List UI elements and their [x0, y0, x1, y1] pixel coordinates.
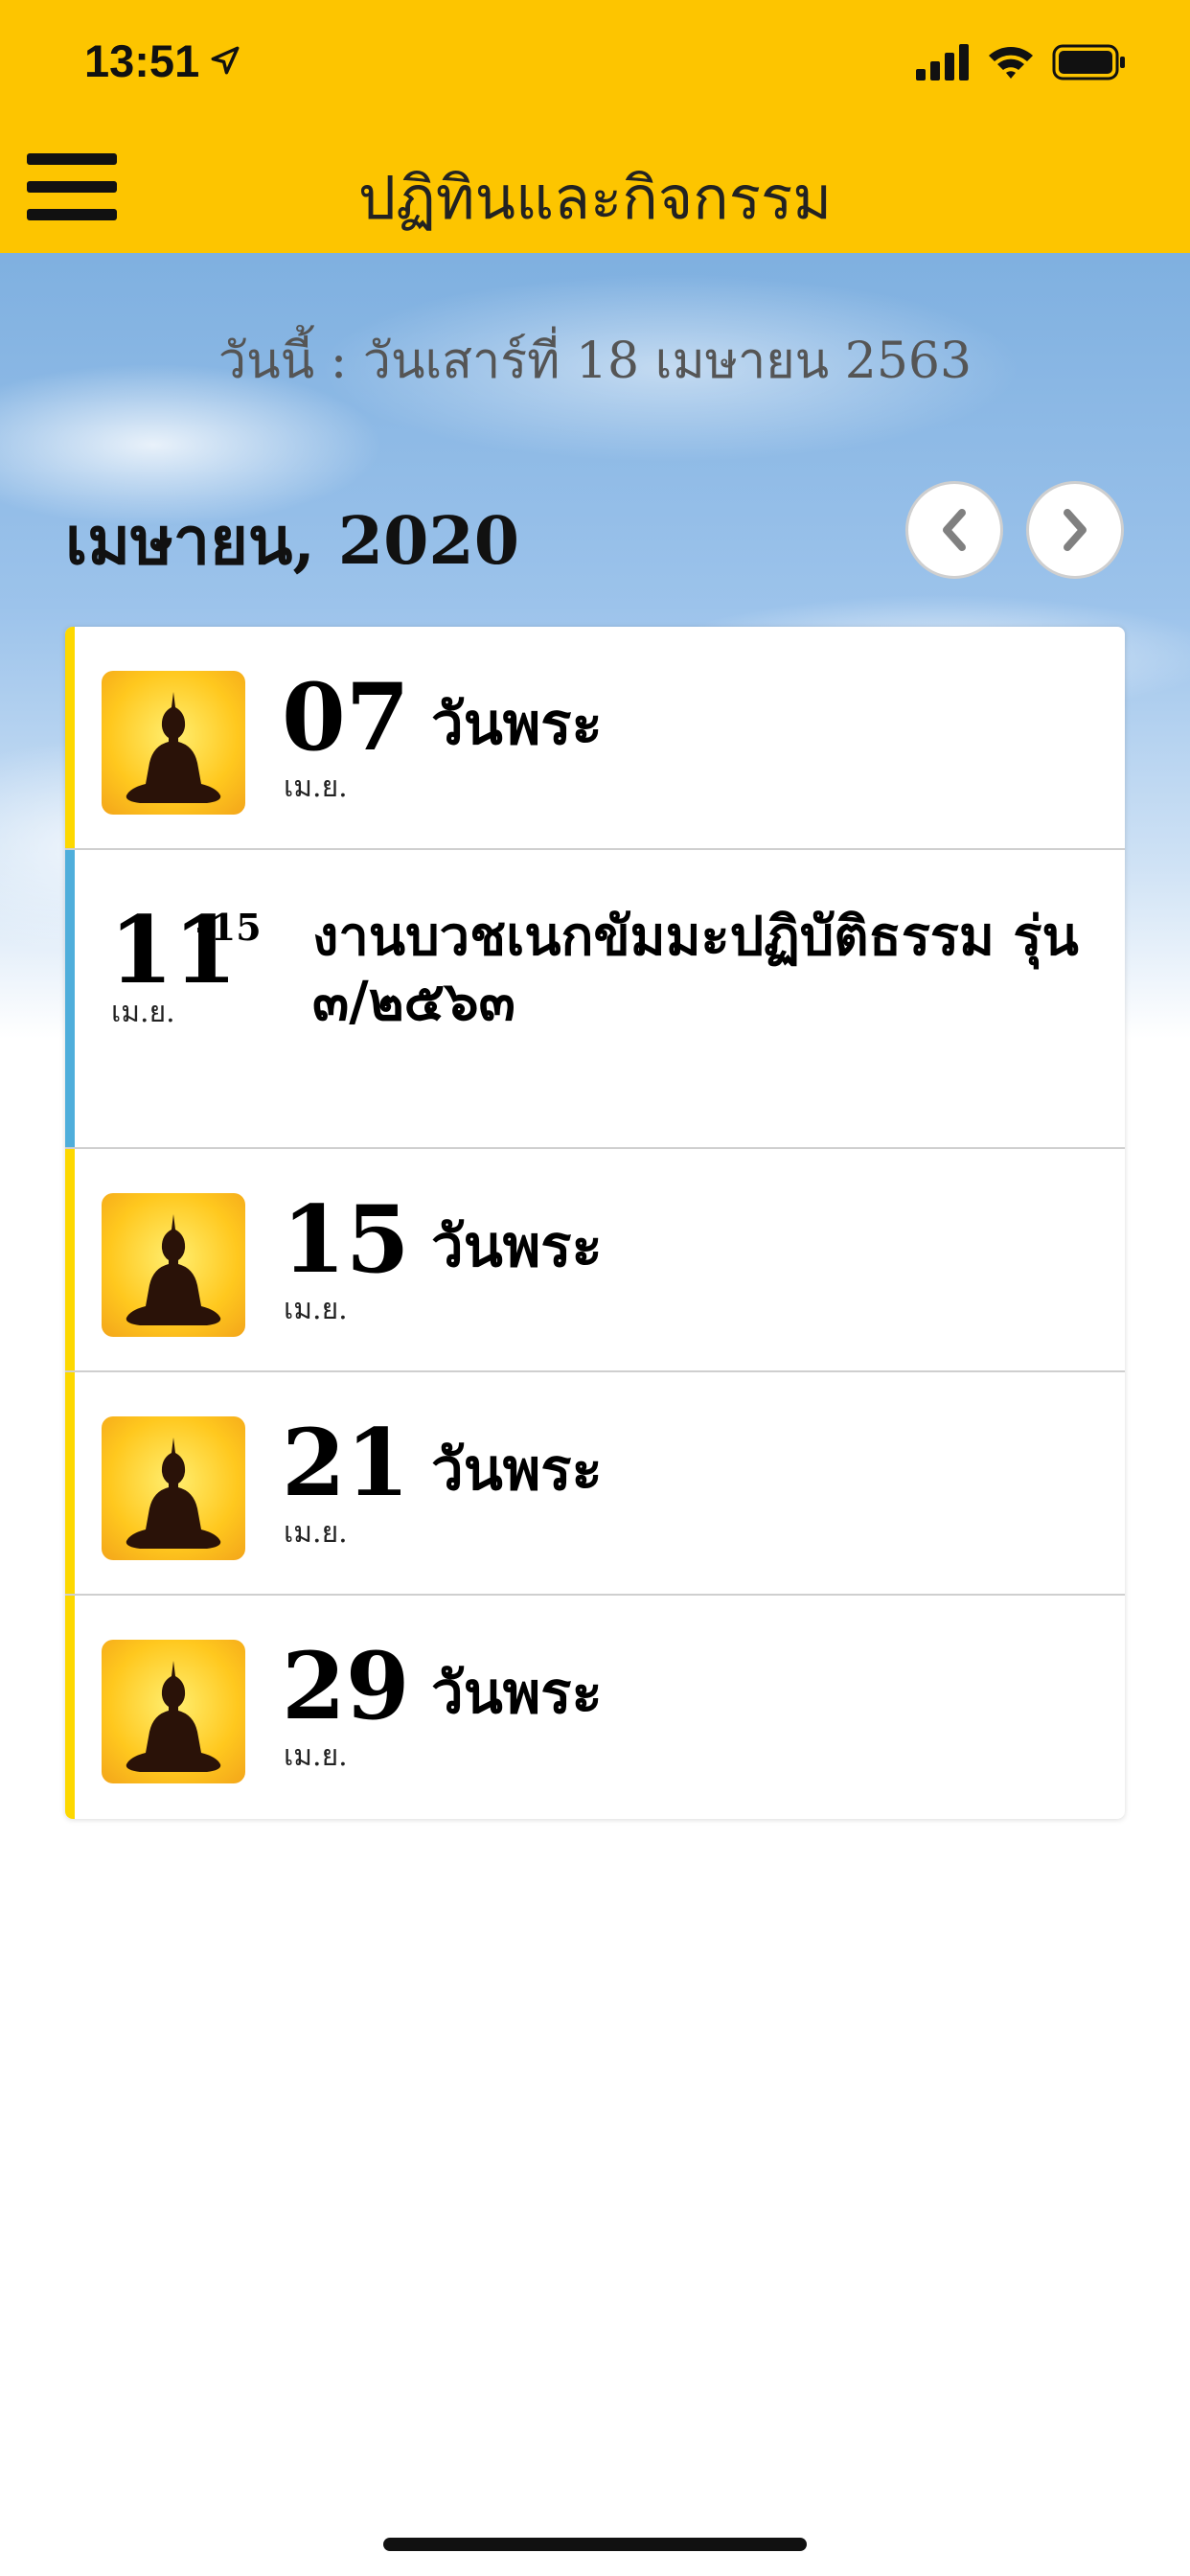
event-title: วันพระ — [431, 1437, 603, 1504]
event-row-holy-day[interactable]: 15 เม.ย. วันพระ — [65, 1149, 1125, 1372]
buddha-icon — [126, 692, 221, 803]
cellular-signal-icon — [916, 44, 969, 80]
event-month: เม.ย. — [284, 770, 348, 804]
event-title: งานบวชเนกขัมมะปฏิบัติธรรม รุ่น ๓/๒๕๖๓ — [312, 905, 1079, 1033]
buddha-tile — [102, 1416, 245, 1560]
event-day: 29 — [282, 1632, 410, 1740]
buddha-icon — [126, 1214, 221, 1325]
app-header: 13:51 ปฏิทินและกิจกรรม — [0, 0, 1190, 253]
event-day: 07 — [282, 663, 410, 771]
location-arrow-icon — [211, 46, 240, 75]
buddha-icon — [126, 1661, 221, 1772]
buddha-tile — [102, 671, 245, 815]
event-indicator-bar — [65, 850, 75, 1147]
event-range-end: -15 — [195, 906, 262, 949]
event-row-holy-day[interactable]: 29 เม.ย. วันพระ — [65, 1596, 1125, 1819]
holy-day-indicator-bar — [65, 1149, 75, 1370]
event-day: 15 — [282, 1185, 410, 1294]
buddha-tile — [102, 1193, 245, 1337]
event-day: 21 — [282, 1409, 410, 1517]
event-row-holy-day[interactable]: 21 เม.ย. วันพระ — [65, 1372, 1125, 1596]
event-list: 07 เม.ย. วันพระ 11 -15 เม.ย. งานบวชเนกขั… — [65, 627, 1125, 1819]
wifi-icon — [989, 47, 1033, 79]
event-month: เม.ย. — [111, 996, 175, 1029]
event-title: วันพระ — [431, 691, 603, 758]
event-title: วันพระ — [431, 1213, 603, 1280]
status-time: 13:51 — [84, 35, 200, 86]
event-row-holy-day[interactable]: 07 เม.ย. วันพระ — [65, 627, 1125, 850]
event-month: เม.ย. — [284, 1739, 348, 1773]
page-title: ปฏิทินและกิจกรรม — [357, 163, 833, 233]
battery-icon — [1052, 44, 1125, 80]
today-date: วันนี้ : วันเสาร์ที่ 18 เมษายน 2563 — [217, 333, 973, 390]
previous-month-button[interactable] — [905, 481, 1003, 579]
event-month: เม.ย. — [284, 1516, 348, 1550]
holy-day-indicator-bar — [65, 1596, 75, 1819]
home-indicator — [383, 2538, 807, 2551]
buddha-icon — [126, 1438, 221, 1549]
event-month: เม.ย. — [284, 1293, 348, 1326]
buddha-tile — [102, 1640, 245, 1783]
holy-day-indicator-bar — [65, 1372, 75, 1594]
month-title: เมษายน, 2020 — [65, 503, 520, 580]
chevron-left-icon — [943, 509, 966, 551]
event-title: วันพระ — [431, 1660, 603, 1727]
event-row-retreat[interactable]: 11 -15 เม.ย. งานบวชเนกขัมมะปฏิบัติธรรม ร… — [65, 850, 1125, 1149]
holy-day-indicator-bar — [65, 627, 75, 848]
chevron-right-icon — [1064, 509, 1087, 551]
next-month-button[interactable] — [1026, 481, 1124, 579]
